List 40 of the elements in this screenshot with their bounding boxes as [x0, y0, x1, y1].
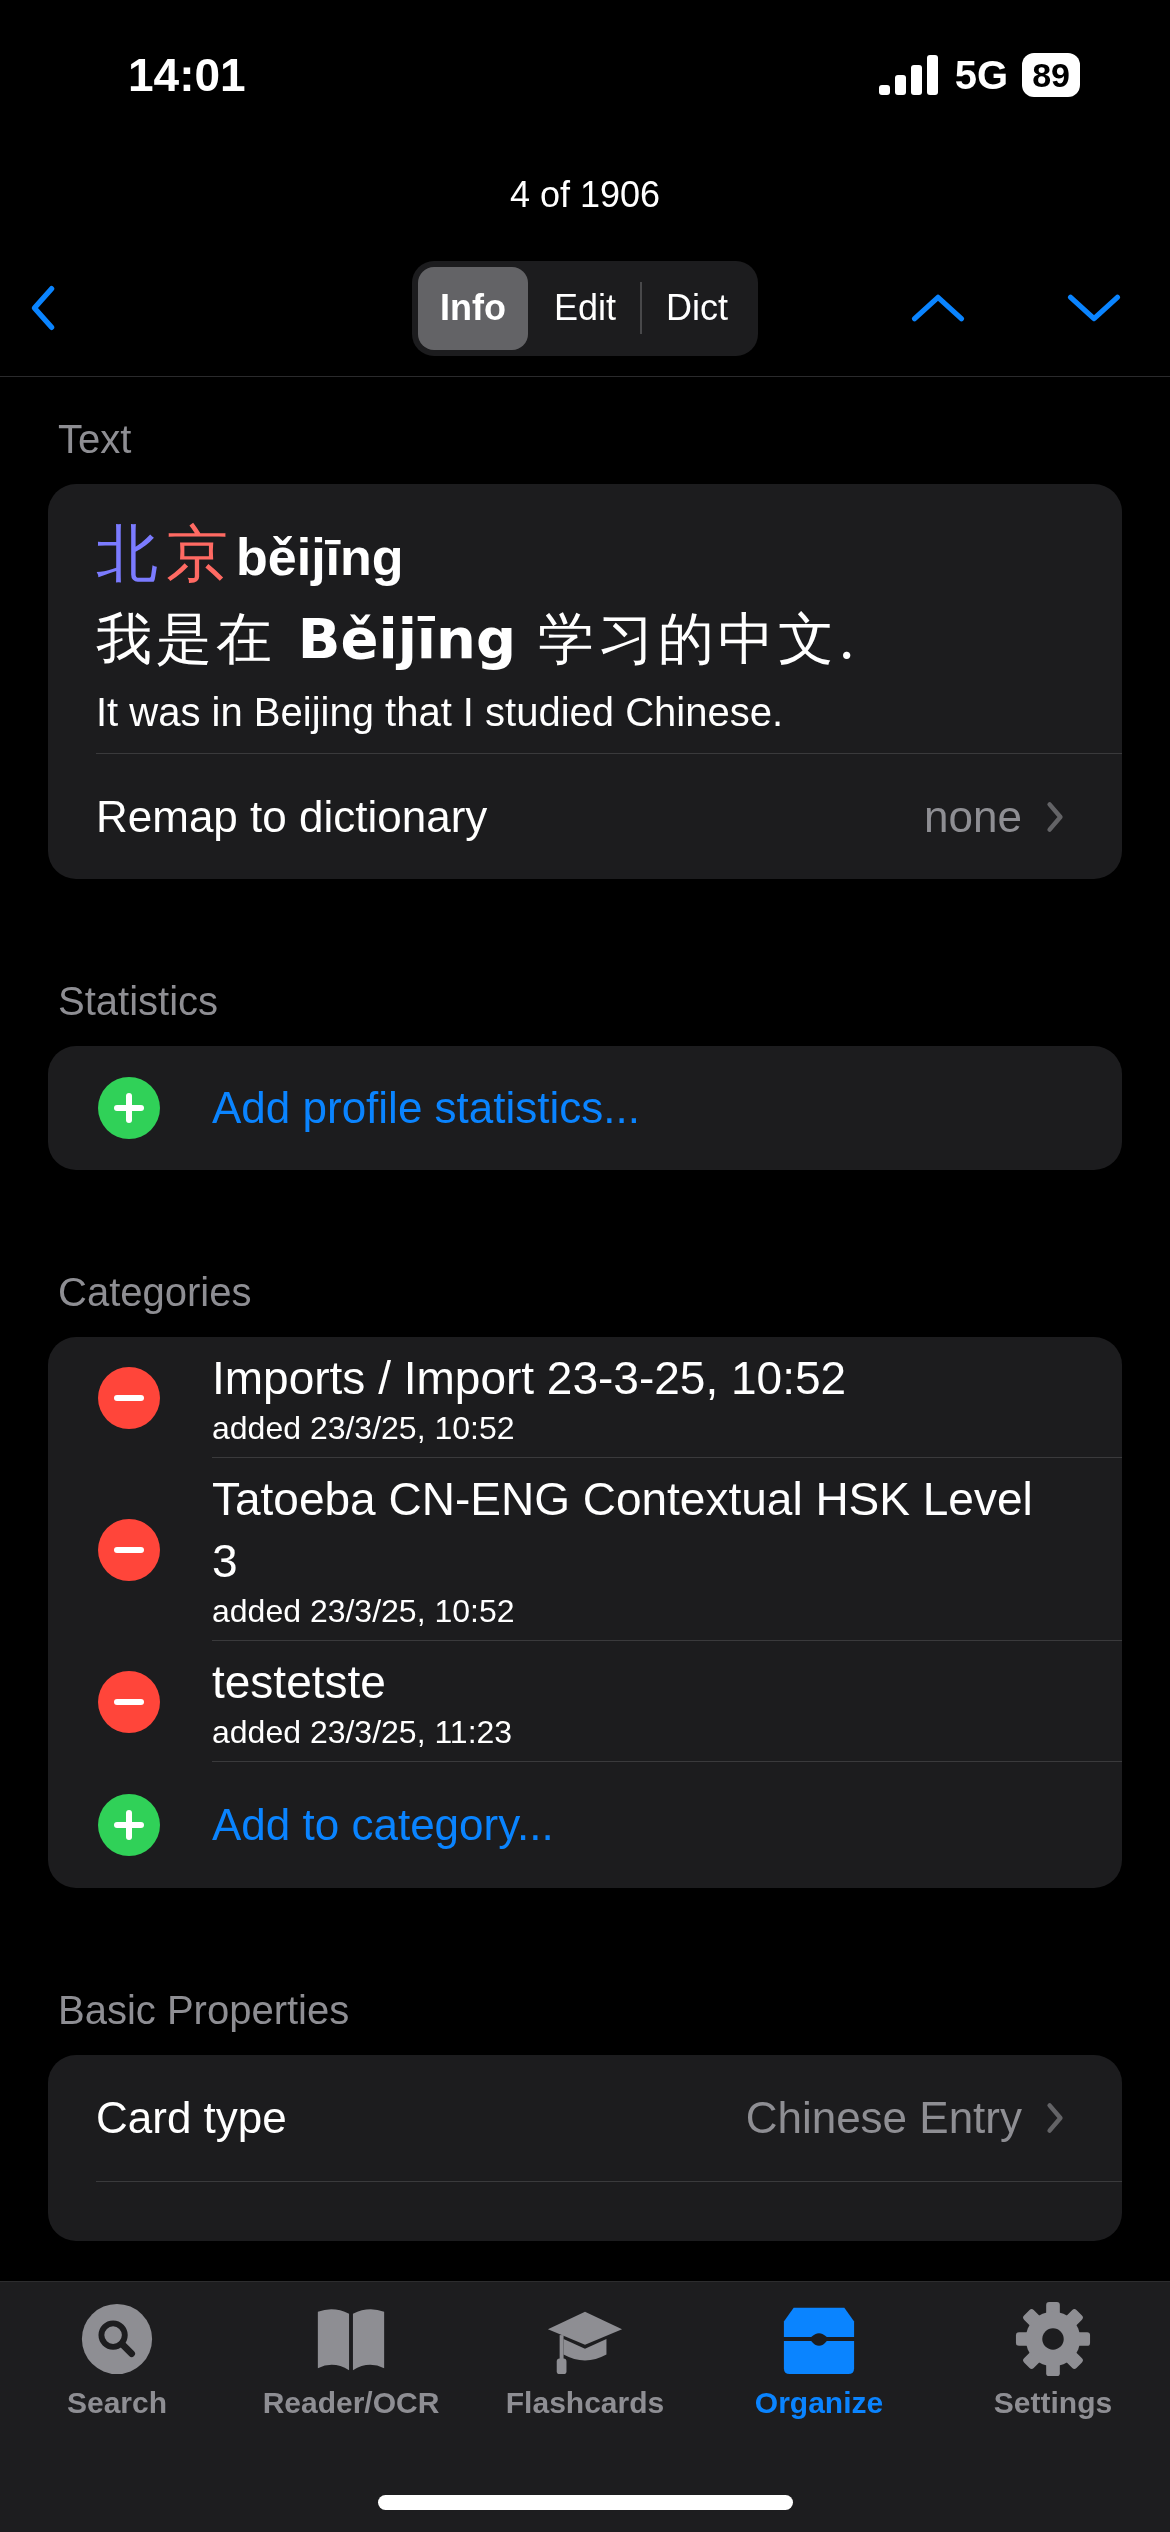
network-label: 5G	[954, 52, 1009, 98]
segment-tab[interactable]: Info	[418, 266, 528, 350]
card-counter: 4 of 1906	[509, 174, 661, 216]
tab-bar-item[interactable]: Reader/OCR	[234, 2300, 468, 2420]
remove-icon[interactable]	[98, 1518, 160, 1581]
translation: It was in Beijing that I studied Chinese.	[96, 690, 785, 735]
chevron-right-icon	[1046, 2101, 1064, 2135]
remove-icon[interactable]	[98, 1670, 160, 1733]
tab-bar-item[interactable]: Flashcards	[468, 2300, 702, 2420]
tab-bar-item[interactable]: Search	[0, 2300, 234, 2420]
tab-bar-item[interactable]: Settings	[936, 2300, 1170, 2420]
remap-row[interactable]: Remap to dictionary none	[96, 753, 1122, 879]
section-header: Basic Properties	[57, 1987, 351, 2034]
battery-level: 89	[1022, 53, 1080, 97]
card-type-row[interactable]: Card type Chinese Entry	[96, 2055, 1122, 2181]
status-time: 14:01	[128, 48, 246, 102]
category-date: added 23/3/25, 11:23	[212, 1713, 514, 1751]
example-sentence: 我是在 Běijīng 学习的中文.	[96, 605, 861, 673]
add-category-link[interactable]: Add to category...	[212, 1800, 1062, 1850]
category-date: added 23/3/25, 10:52	[212, 1409, 516, 1447]
pinyin: běijīng	[236, 527, 404, 587]
remove-icon[interactable]	[98, 1366, 160, 1429]
section-header: Categories	[57, 1269, 253, 1316]
section-header: Text	[57, 416, 133, 463]
add-icon[interactable]	[98, 1794, 160, 1856]
add-statistics-link[interactable]: Add profile statistics...	[212, 1083, 640, 1133]
segment-tab[interactable]: Edit	[530, 266, 640, 350]
signal-icon	[878, 55, 941, 95]
chevron-right-icon	[1046, 799, 1064, 834]
headword-character: 京	[166, 516, 228, 592]
category-date: added 23/3/25, 10:52	[212, 1592, 516, 1630]
category-name: Tatoeba CN-ENG Contextual HSK Level 3	[212, 1472, 1034, 1589]
settings-icon	[1014, 2300, 1092, 2378]
section-header: Statistics	[57, 978, 220, 1025]
tab-bar-item[interactable]: Organize	[702, 2300, 936, 2420]
add-icon[interactable]	[98, 1077, 160, 1139]
category-name: testetste	[212, 1655, 387, 1710]
headword-character: 北	[96, 516, 158, 592]
category-name: Imports / Import 23-3-25, 10:52	[212, 1351, 848, 1406]
segment-tab[interactable]: Dict	[642, 266, 752, 350]
